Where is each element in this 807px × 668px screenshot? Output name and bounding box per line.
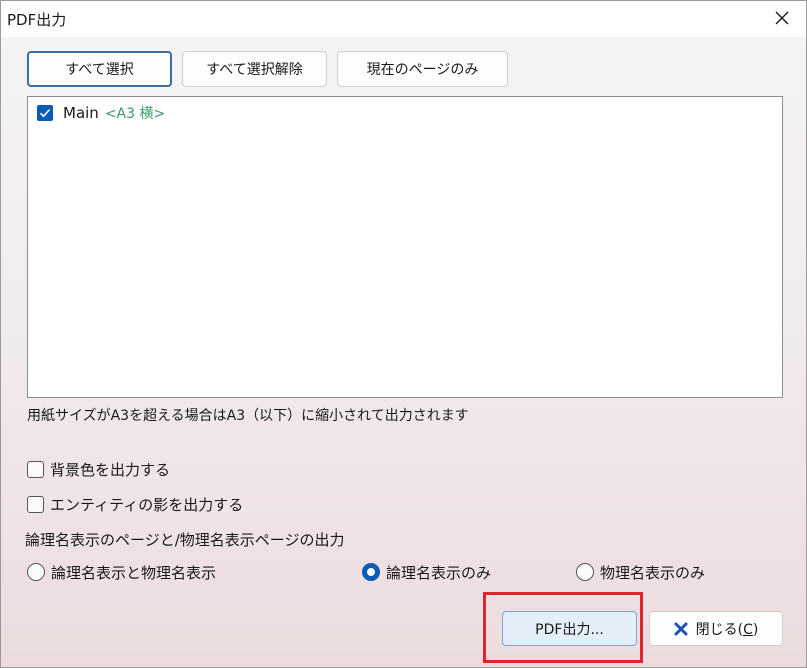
deselect-all-button[interactable]: すべて選択解除	[182, 51, 327, 87]
current-page-only-button[interactable]: 現在のページのみ	[337, 51, 508, 87]
list-item[interactable]: Main <A3 横>	[37, 103, 165, 123]
page-checkbox[interactable]	[37, 105, 53, 121]
radio-label: 論理名表示と物理名表示	[51, 563, 217, 582]
window-title: PDF出力	[7, 11, 67, 29]
close-x-icon	[674, 622, 688, 635]
radio-button[interactable]	[576, 563, 594, 581]
title-bar: PDF出力	[1, 1, 806, 37]
entity-shadow-option[interactable]: エンティティの影を出力する	[27, 493, 243, 515]
radio-button[interactable]	[27, 563, 45, 581]
highlight-box	[483, 592, 643, 663]
select-all-button[interactable]: すべて選択	[27, 51, 172, 87]
close-button[interactable]: 閉じる(C)	[649, 611, 783, 646]
radio-button-selected[interactable]	[362, 563, 380, 581]
entity-shadow-label: エンティティの影を出力する	[50, 495, 244, 514]
radio-label: 物理名表示のみ	[600, 563, 706, 582]
close-mnemonic: C	[743, 621, 753, 638]
entity-shadow-checkbox[interactable]	[27, 495, 44, 513]
close-button-label: 閉じる(C)	[695, 621, 759, 638]
background-color-label: 背景色を出力する	[50, 460, 171, 479]
name-display-section-label: 論理名表示のページと/物理名表示ページの出力	[25, 531, 345, 549]
radio-logical-and-physical[interactable]: 論理名表示と物理名表示	[27, 561, 216, 583]
radio-logical-only[interactable]: 論理名表示のみ	[362, 561, 491, 583]
page-name: Main	[63, 104, 99, 122]
checkmark-icon	[39, 109, 51, 118]
radio-label: 論理名表示のみ	[386, 563, 492, 582]
close-icon[interactable]	[769, 5, 795, 31]
background-color-option[interactable]: 背景色を出力する	[27, 458, 170, 480]
page-size-label: <A3 横>	[104, 106, 166, 122]
page-list[interactable]: Main <A3 横>	[27, 96, 783, 398]
scaling-note: 用紙サイズがA3を超える場合はA3（以下）に縮小されて出力されます	[27, 408, 469, 424]
radio-physical-only[interactable]: 物理名表示のみ	[576, 561, 705, 583]
background-color-checkbox[interactable]	[27, 460, 44, 478]
pdf-export-dialog: PDF出力 すべて選択 すべて選択解除 現在のページのみ Main <A3 横>…	[0, 0, 807, 668]
